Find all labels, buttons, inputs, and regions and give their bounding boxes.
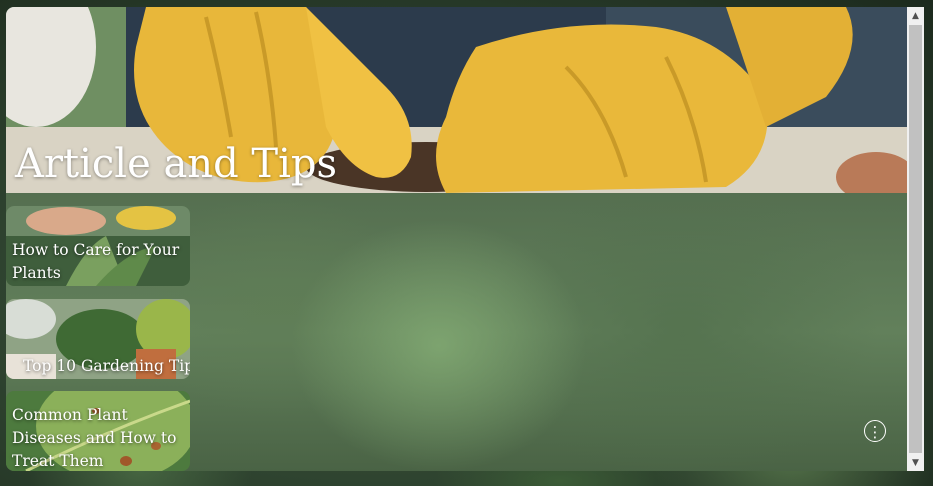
page-title: Article and Tips [15, 141, 337, 187]
article-panel: Article and Tips How to Care for Your Pl… [6, 7, 924, 471]
vertical-scrollbar[interactable]: ▲ ▼ [907, 7, 924, 471]
article-card-plant-care[interactable]: How to Care for Your Plants [6, 206, 190, 286]
arrow-up-icon: ▲ [912, 10, 919, 21]
article-card-title: Common Plant Diseases and How to Treat T… [12, 406, 177, 470]
more-vertical-icon: ⋮ [867, 423, 883, 441]
arrow-down-icon: ▼ [912, 457, 919, 468]
more-options-button[interactable]: ⋮ [864, 420, 886, 442]
article-card-title: Top 10 Gardening Tips [23, 357, 190, 375]
scroll-down-button[interactable]: ▼ [907, 454, 924, 471]
scroll-up-button[interactable]: ▲ [907, 7, 924, 24]
article-card-title: How to Care for Your Plants [12, 241, 180, 282]
scrollbar-thumb[interactable] [909, 25, 922, 453]
article-card-gardening-tips[interactable]: Top 10 Gardening Tips [6, 299, 190, 379]
article-card-plant-diseases[interactable]: Common Plant Diseases and How to Treat T… [6, 391, 190, 471]
hero-banner: Article and Tips [6, 7, 908, 193]
